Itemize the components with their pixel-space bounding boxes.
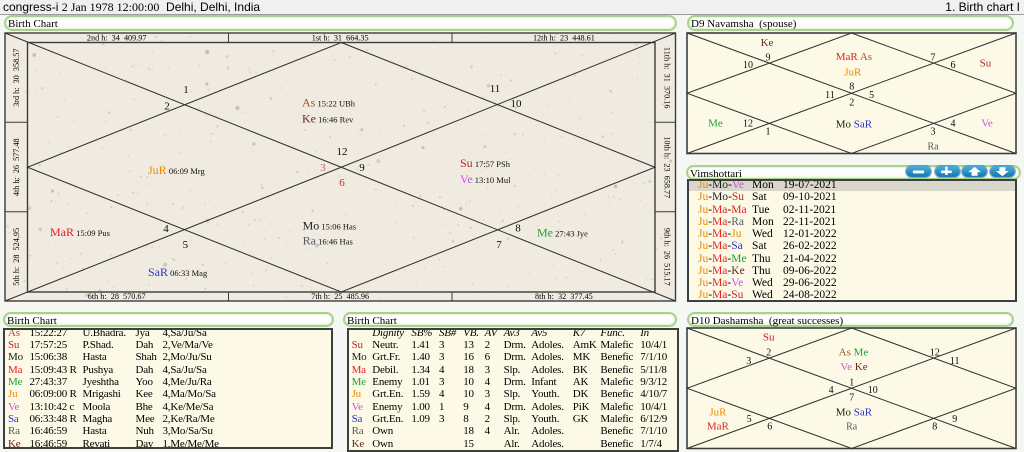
svg-text:11: 11 [825,90,835,101]
svg-text:6: 6 [767,422,772,433]
svg-text:2: 2 [849,97,854,108]
svg-text:Ra: Ra [846,422,858,433]
svg-text:JuR: JuR [709,406,727,418]
svg-text:3: 3 [746,356,751,367]
svg-text:8: 8 [515,223,521,235]
svg-text:6: 6 [951,60,956,71]
svg-text:Mo SaR: Mo SaR [836,406,873,418]
svg-text:2: 2 [164,101,170,113]
svg-text:8: 8 [932,422,937,433]
svg-text:Mo SaR: Mo SaR [836,118,873,130]
svg-text:8th h: 32 377.45: 8th h: 32 377.45 [535,292,593,301]
svg-text:MaR: MaR [707,421,730,433]
svg-text:9: 9 [952,414,957,425]
svg-text:4: 4 [951,118,956,129]
svg-text:Me: Me [708,117,723,129]
svg-text:3: 3 [320,162,326,174]
svg-text:Mo 15:06 Has: Mo 15:06 Has [303,219,357,233]
svg-text:Ve 13:10 Mul: Ve 13:10 Mul [460,172,511,186]
svg-text:5: 5 [747,414,752,425]
svg-text:MaR As: MaR As [836,51,872,63]
svg-text:2nd h: 34 409.97: 2nd h: 34 409.97 [87,34,147,43]
svg-text:9: 9 [766,52,771,63]
svg-text:6th h: 28 570.67: 6th h: 28 570.67 [88,292,146,301]
svg-text:As 15:22 UBh: As 15:22 UBh [302,96,356,110]
svg-text:11: 11 [950,356,960,367]
svg-text:1st h: 31 664.35: 1st h: 31 664.35 [312,34,369,43]
svg-text:7th h: 25 485.96: 7th h: 25 485.96 [311,292,369,301]
svg-text:SaR 06:33 Mag: SaR 06:33 Mag [148,265,208,279]
svg-text:7: 7 [849,392,854,403]
svg-text:7: 7 [931,52,936,63]
svg-text:12: 12 [743,118,753,129]
svg-text:9: 9 [359,162,365,174]
svg-text:10: 10 [511,98,523,110]
svg-text:Me 27:43 Jye: Me 27:43 Jye [537,226,588,240]
svg-text:MaR 15:09 Pus: MaR 15:09 Pus [50,225,110,239]
svg-text:11th h: 31 370.16: 11th h: 31 370.16 [663,47,672,109]
svg-text:Ve Ke: Ve Ke [840,361,867,373]
svg-text:Ra: Ra [927,141,939,152]
svg-text:4: 4 [829,385,834,396]
svg-text:Su 17:57 PSh: Su 17:57 PSh [460,156,511,170]
svg-text:4th h: 26 577.48: 4th h: 26 577.48 [12,138,21,196]
svg-text:1: 1 [183,84,189,96]
svg-text:Ve: Ve [981,117,993,129]
svg-text:7: 7 [496,239,502,251]
svg-text:1: 1 [849,377,854,388]
svg-text:10: 10 [743,60,753,71]
svg-text:5: 5 [869,90,874,101]
svg-text:Ra 16:46 Has: Ra 16:46 Has [303,233,353,247]
svg-text:Su: Su [763,332,775,344]
svg-text:10th h: 23 658.77: 10th h: 23 658.77 [663,136,672,198]
svg-text:Su: Su [980,57,992,69]
svg-text:8: 8 [849,81,854,92]
svg-text:JuR 06:09 Mrg: JuR 06:09 Mrg [148,163,206,177]
svg-text:12th h: 23 448.61: 12th h: 23 448.61 [533,34,595,43]
svg-text:1: 1 [766,126,771,137]
svg-text:11: 11 [490,83,501,95]
svg-text:3: 3 [931,126,936,137]
svg-text:12: 12 [337,146,348,158]
svg-text:9th h: 26 515.17: 9th h: 26 515.17 [663,228,672,286]
svg-text:4: 4 [163,223,169,235]
svg-text:10: 10 [868,385,878,396]
svg-text:12: 12 [930,348,940,359]
svg-text:2: 2 [766,348,771,359]
svg-text:3rd h: 30 358.57: 3rd h: 30 358.57 [12,49,21,107]
svg-text:Ke 16:46 Rev: Ke 16:46 Rev [302,112,354,126]
svg-text:Ke: Ke [761,37,774,49]
svg-text:5th h: 28 524.95: 5th h: 28 524.95 [12,228,21,286]
svg-text:JuR: JuR [844,66,862,78]
svg-text:5: 5 [183,239,189,251]
svg-text:6: 6 [339,177,345,189]
svg-text:As Me: As Me [839,347,869,359]
